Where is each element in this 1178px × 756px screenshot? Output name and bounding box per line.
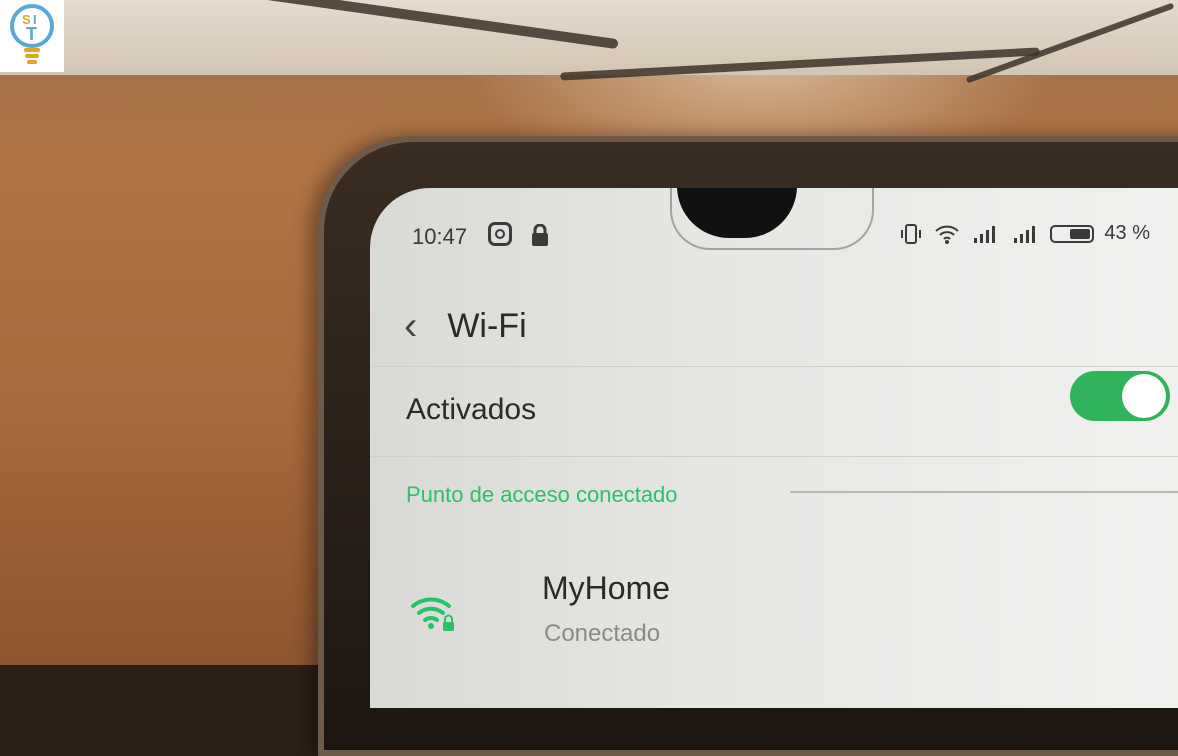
wifi-toggle-label: Activados [406, 393, 537, 426]
network-status: Conectado [544, 620, 661, 647]
page-header: ‹ Wi-Fi [404, 306, 527, 346]
page-title: Wi-Fi [447, 306, 527, 345]
phone-screen: 10:47 43 % ‹ Wi-Fi Activados Punto de ac… [370, 188, 1178, 708]
toggle-divider [370, 456, 1178, 457]
toggle-knob [1122, 374, 1166, 418]
section-divider [790, 491, 1178, 493]
wifi-lock-icon [411, 597, 454, 631]
battery-percent: 43 % [1104, 222, 1150, 244]
section-header: Punto de acceso conectado [406, 482, 678, 507]
signal-icon [1014, 225, 1036, 243]
channel-logo: S I T [0, 0, 64, 72]
lock-icon [532, 224, 548, 246]
instagram-icon [488, 222, 512, 246]
network-name[interactable]: MyHome [542, 570, 670, 607]
lightbulb-logo-icon: S I T [10, 4, 54, 64]
vibrate-icon [901, 223, 922, 244]
wifi-toggle-switch[interactable] [1070, 371, 1170, 421]
status-right: 43 % [898, 222, 1150, 245]
header-divider [370, 366, 1178, 367]
wifi-icon [935, 225, 960, 244]
chevron-left-icon[interactable]: ‹ [404, 306, 417, 346]
status-bar: 10:47 43 % [412, 222, 1178, 256]
battery-icon [1050, 224, 1095, 243]
svg-text:T: T [26, 24, 37, 44]
status-time: 10:47 [412, 224, 468, 249]
signal-icon [974, 225, 996, 243]
